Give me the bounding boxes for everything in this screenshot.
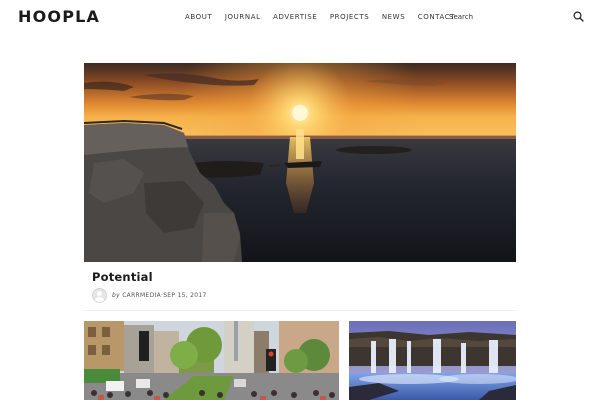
user-avatar-icon[interactable] <box>92 287 107 303</box>
nav-item-advertise[interactable]: ADVERTISE <box>273 13 317 22</box>
post-thumbnail-waterfall[interactable] <box>349 321 516 400</box>
meta-by-label: by <box>112 291 120 299</box>
post-meta: by CARRMEDIA · SEP 15, 2017 <box>92 287 207 303</box>
post-author[interactable]: CARRMEDIA <box>122 292 161 299</box>
site-logo[interactable]: HOOPLA <box>18 7 100 26</box>
nav-item-projects[interactable]: PROJECTS <box>330 13 370 22</box>
nav-item-news[interactable]: NEWS <box>382 13 405 22</box>
post-title[interactable]: Potential <box>92 270 153 284</box>
nav-item-about[interactable]: ABOUT <box>185 13 212 22</box>
search-icon[interactable] <box>573 11 584 22</box>
post-thumbnail-city[interactable] <box>84 321 339 400</box>
post-date: SEP 15, 2017 <box>163 291 207 299</box>
nav-item-journal[interactable]: JOURNAL <box>225 13 261 22</box>
featured-post-image[interactable] <box>84 63 516 262</box>
site-header: HOOPLA ABOUT JOURNAL ADVERTISE PROJECTS … <box>0 0 600 36</box>
main-nav: ABOUT JOURNAL ADVERTISE PROJECTS NEWS CO… <box>185 13 468 22</box>
divider <box>84 310 516 311</box>
search-input[interactable] <box>447 10 561 24</box>
